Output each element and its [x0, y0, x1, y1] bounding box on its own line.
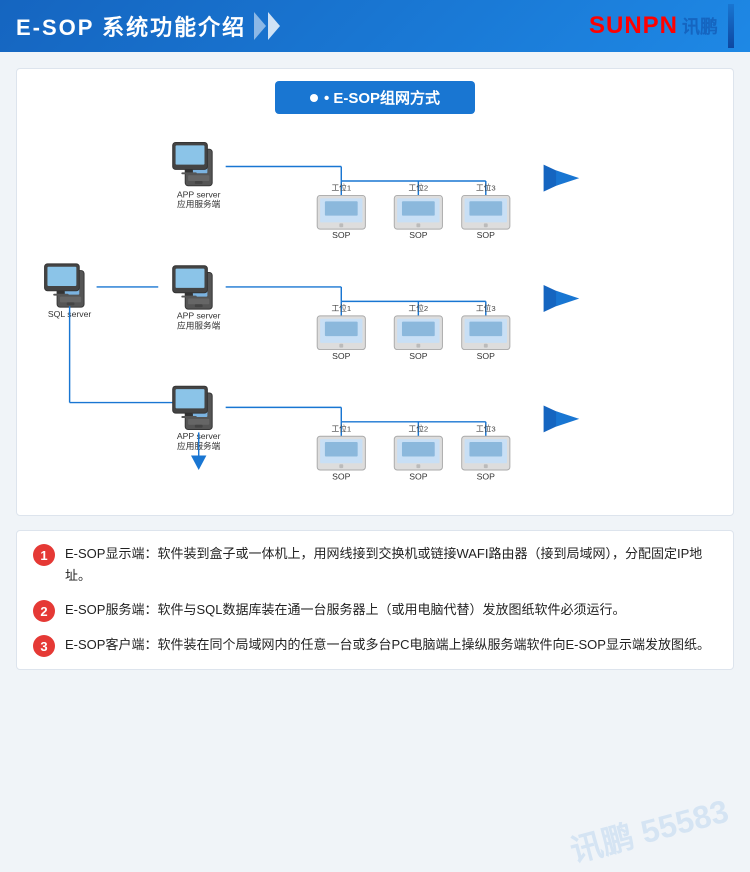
app-server-2: APP server 应用服务端 — [173, 266, 221, 331]
svg-text:应用服务端: 应用服务端 — [177, 198, 221, 209]
svg-text:工位2: 工位2 — [409, 303, 429, 313]
svg-text:工位3: 工位3 — [476, 303, 496, 313]
svg-text:工位2: 工位2 — [409, 183, 429, 193]
diagram-box: • E-SOP组网方式 APP server 应用服务端 — [16, 68, 734, 516]
station-2-2: 工位2 SOP — [394, 303, 442, 361]
station-3-2: 工位2 SOP — [394, 423, 442, 481]
logo-bar — [728, 4, 734, 48]
svg-text:工位2: 工位2 — [409, 423, 429, 433]
svg-text:SOP: SOP — [477, 351, 496, 361]
svg-text:SOP: SOP — [332, 230, 351, 240]
svg-text:应用服务端: 应用服务端 — [177, 319, 221, 330]
logo-cn: 讯鹏 — [682, 13, 718, 39]
main-content: • E-SOP组网方式 APP server 应用服务端 — [0, 52, 750, 872]
desc-text-2: E-SOP服务端：软件与SQL数据库装在通一台服务器上（或用电脑代替）发放图纸软… — [65, 599, 625, 621]
description-section: 1 E-SOP显示端：软件装到盒子或一体机上，用网线接到交换机或链接WAFI路由… — [16, 530, 734, 670]
station-1-1: 工位1 SOP — [317, 183, 365, 240]
arrow-right-2b — [556, 291, 579, 306]
svg-text:工位1: 工位1 — [331, 423, 351, 433]
station-3-3: 工位3 SOP — [462, 423, 510, 481]
chevron-icon-1 — [254, 12, 266, 40]
desc-text-3: E-SOP客户端：软件装在同个局域网内的任意一台或多台PC电脑端上操纵服务端软件… — [65, 634, 710, 656]
arrow-down-3 — [191, 456, 206, 470]
watermark: 讯鹏 55583 — [565, 786, 733, 872]
svg-text:工位1: 工位1 — [331, 303, 351, 313]
svg-text:SOP: SOP — [332, 472, 351, 482]
header: E-SOP 系统功能介绍 SUNPN 讯鹏 — [0, 0, 750, 52]
svg-text:APP server: APP server — [177, 189, 221, 199]
bullet-dot — [310, 94, 318, 102]
station-1-3: 工位3 SOP — [462, 183, 510, 240]
svg-text:SOP: SOP — [477, 472, 496, 482]
page-title: E-SOP 系统功能介绍 — [16, 10, 246, 42]
header-chevron-decoration — [254, 12, 280, 40]
app-server-3: APP server 应用服务端 — [173, 386, 221, 451]
network-diagram: APP server 应用服务端 工位1 SOP — [33, 128, 717, 494]
logo-text: SUNPN — [589, 12, 678, 40]
svg-text:SOP: SOP — [477, 230, 496, 240]
station-2-3: 工位3 SOP — [462, 303, 510, 361]
arrow-right-3b — [556, 411, 579, 426]
svg-text:APP server: APP server — [177, 311, 221, 321]
diagram-title: • E-SOP组网方式 — [275, 81, 475, 114]
station-1-2: 工位2 SOP — [394, 183, 442, 240]
station-2-1: 工位1 SOP — [317, 303, 365, 361]
svg-text:SOP: SOP — [409, 351, 428, 361]
svg-text:工位3: 工位3 — [476, 423, 496, 433]
svg-text:SOP: SOP — [332, 351, 351, 361]
desc-text-1: E-SOP显示端：软件装到盒子或一体机上，用网线接到交换机或链接WAFI路由器（… — [65, 543, 717, 587]
desc-item-1: 1 E-SOP显示端：软件装到盒子或一体机上，用网线接到交换机或链接WAFI路由… — [33, 543, 717, 587]
desc-number-2: 2 — [33, 600, 55, 622]
sql-server: SQL server — [45, 264, 92, 319]
chevron-icon-2 — [268, 12, 280, 40]
svg-text:工位1: 工位1 — [331, 183, 351, 193]
svg-text:SOP: SOP — [409, 472, 428, 482]
svg-text:工位3: 工位3 — [476, 183, 496, 193]
desc-number-1: 1 — [33, 544, 55, 566]
logo-container: SUNPN 讯鹏 — [589, 4, 734, 48]
desc-number-3: 3 — [33, 635, 55, 657]
station-3-1: 工位1 SOP — [317, 423, 365, 481]
svg-text:SOP: SOP — [409, 230, 428, 240]
arrow-right-1b — [556, 170, 579, 185]
diagram-title-text: • E-SOP组网方式 — [324, 87, 440, 108]
desc-item-3: 3 E-SOP客户端：软件装在同个局域网内的任意一台或多台PC电脑端上操纵服务端… — [33, 634, 717, 657]
app-server-1: APP server 应用服务端 — [173, 142, 221, 209]
desc-item-2: 2 E-SOP服务端：软件与SQL数据库装在通一台服务器上（或用电脑代替）发放图… — [33, 599, 717, 622]
